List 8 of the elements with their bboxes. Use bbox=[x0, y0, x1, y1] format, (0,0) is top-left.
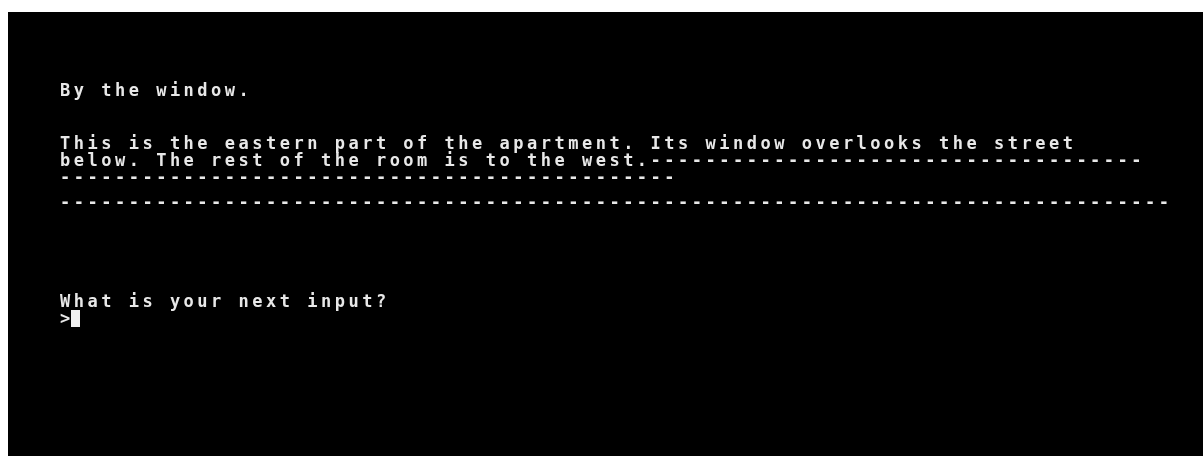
description-line: This is the eastern part of the apartment. Its window overlooks the street bbox=[60, 135, 1077, 152]
description-line: --------------------------------------------- bbox=[60, 169, 680, 186]
prompt-text: What is your next input? bbox=[60, 293, 391, 310]
input-line[interactable]: > bbox=[60, 310, 1203, 327]
location-title: By the window. bbox=[60, 82, 254, 99]
description-line: below. The rest of the room is to the west.------------------------------------ bbox=[60, 152, 1147, 169]
description-line: --------------------------------------------------------------------------------- bbox=[60, 194, 1174, 211]
cursor-icon bbox=[70, 310, 80, 327]
